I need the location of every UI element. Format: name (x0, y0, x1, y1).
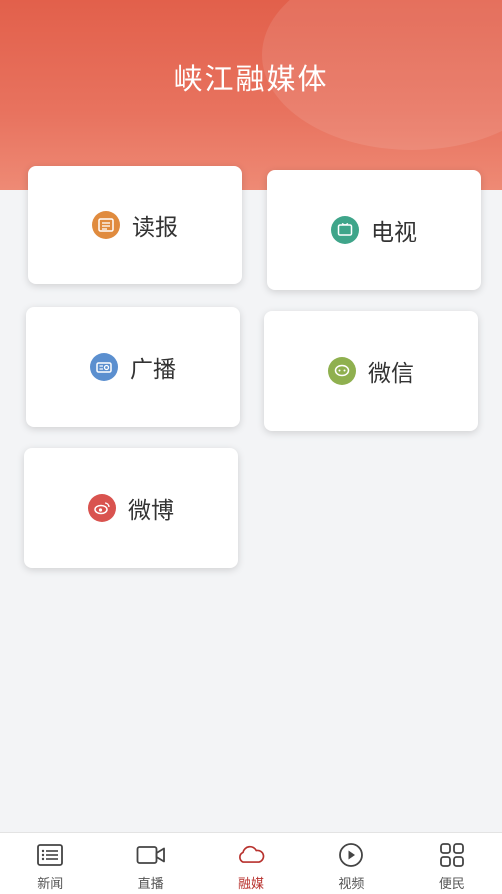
wechat-card[interactable]: 微信 (264, 311, 478, 431)
grid-icon (437, 841, 467, 869)
weibo-icon (88, 494, 116, 522)
card-label: 微博 (128, 498, 174, 524)
cloud-icon (236, 841, 266, 869)
radio-icon (90, 353, 118, 381)
play-circle-icon (336, 841, 366, 869)
tab-video[interactable]: 视频 (301, 833, 401, 894)
tab-label: 视频 (338, 877, 365, 892)
list-icon (35, 841, 65, 869)
tab-news[interactable]: 新闻 (0, 833, 100, 894)
radio-card[interactable]: 广播 (26, 307, 240, 427)
tab-label: 新闻 (37, 877, 64, 892)
tab-label: 直播 (137, 877, 164, 892)
tab-services[interactable]: 便民 (402, 833, 502, 894)
card-label: 电视 (371, 220, 417, 246)
tv-card[interactable]: 电视 (267, 170, 481, 290)
tv-icon (331, 216, 359, 244)
newspaper-icon (92, 211, 120, 239)
tab-label: 便民 (438, 877, 465, 892)
read-newspaper-card[interactable]: 读报 (28, 166, 242, 284)
weibo-card[interactable]: 微博 (24, 448, 238, 568)
page-title: 峡江融媒体 (173, 62, 329, 96)
tab-media[interactable]: 融媒 (201, 833, 301, 894)
bottom-tab-bar: 新闻 直播 融媒 视频 便民 (0, 832, 502, 894)
card-label: 读报 (132, 215, 178, 241)
wechat-icon (328, 357, 356, 385)
tab-label: 融媒 (238, 877, 265, 892)
card-label: 广播 (130, 357, 176, 383)
tab-live[interactable]: 直播 (100, 833, 200, 894)
card-label: 微信 (368, 361, 414, 387)
video-camera-icon (136, 841, 166, 869)
